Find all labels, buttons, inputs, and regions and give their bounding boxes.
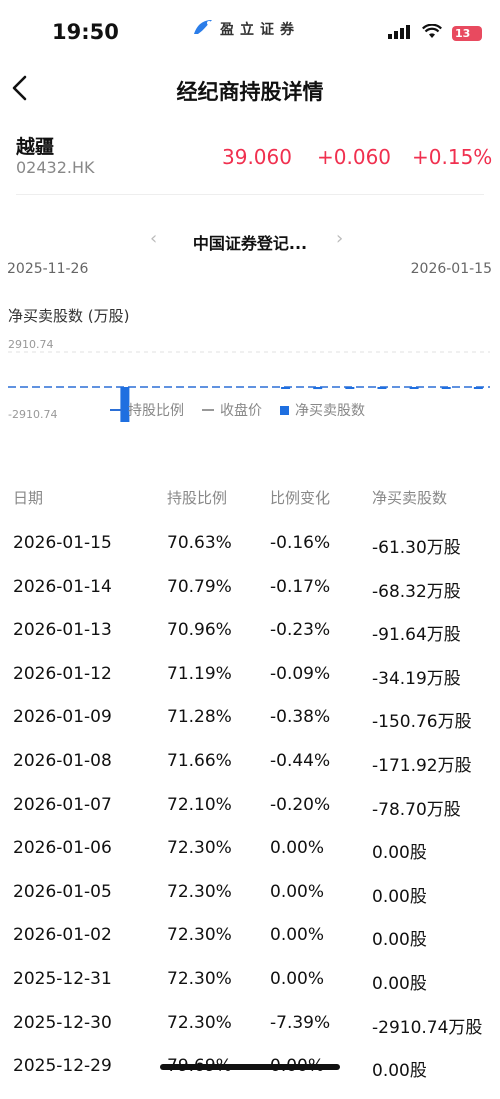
cell-date: 2025-12-30 — [13, 1012, 112, 1033]
cell-date: 2026-01-13 — [13, 620, 112, 641]
cell-change: -0.23% — [270, 620, 331, 641]
signal-icon — [388, 24, 412, 43]
net-bar — [345, 387, 355, 389]
cell-date: 2026-01-06 — [13, 838, 112, 859]
net-bar — [409, 387, 419, 389]
col-header-change: 比例变化 — [270, 489, 331, 507]
cell-net: -61.30万股 — [372, 538, 461, 558]
table-row: 2026-01-15 70.63% -0.16% -61.30万股 — [0, 533, 500, 576]
legend-net[interactable]: 净买卖股数 — [280, 400, 365, 420]
brand-text: 盈立证券 — [220, 22, 300, 38]
table-row: 2026-01-13 70.96% -0.23% -91.64万股 — [0, 620, 500, 663]
cell-ratio: 71.28% — [167, 707, 232, 728]
stock-change-pct: +0.15% — [412, 145, 493, 169]
wifi-icon — [422, 23, 442, 43]
cell-date: 2026-01-07 — [13, 794, 112, 815]
cell-date: 2026-01-08 — [13, 751, 112, 771]
table-row: 2026-01-14 70.79% -0.17% -68.32万股 — [0, 577, 500, 620]
cell-change: 0.00% — [270, 838, 325, 859]
stock-code: 02432.HK — [16, 158, 95, 177]
col-header-net: 净买卖股数 — [372, 489, 448, 507]
col-header-ratio: 持股比例 — [167, 489, 228, 507]
legend-close[interactable]: 收盘价 — [202, 400, 262, 420]
cell-ratio: 70.79% — [167, 576, 232, 597]
chart-ylabel: 净买卖股数 (万股) — [8, 307, 130, 325]
table-row: 2026-01-08 71.66% -0.44% -171.92万股 — [0, 751, 500, 794]
divider — [16, 194, 484, 195]
status-icons: 13 — [388, 23, 482, 43]
brand-icon — [192, 18, 214, 40]
net-bar — [281, 387, 291, 389]
net-bar — [377, 387, 387, 389]
home-indicator — [160, 1064, 340, 1070]
table-row: 2026-01-09 71.28% -0.38% -150.76万股 — [0, 707, 500, 750]
table-row: 2026-01-05 72.30% 0.00% 0.00股 — [0, 882, 500, 925]
stock-change: +0.060 — [317, 145, 392, 169]
cell-ratio: 72.30% — [167, 838, 232, 859]
cell-change: 0.00% — [270, 881, 325, 902]
cell-change: -0.09% — [270, 663, 331, 684]
cell-change: -0.20% — [270, 794, 331, 815]
start-date: 2025-11-26 — [7, 261, 89, 277]
cell-change: 0.00% — [270, 925, 325, 946]
cell-net: 0.00股 — [372, 930, 427, 951]
cell-net: 0.00股 — [372, 974, 427, 994]
cell-date: 2025-12-31 — [13, 969, 112, 989]
broker-name[interactable]: 中国证券登记... — [0, 230, 500, 254]
table-row: 2026-01-02 72.30% 0.00% 0.00股 — [0, 925, 500, 968]
cell-change: 0.00% — [270, 969, 325, 989]
cell-date: 2026-01-02 — [13, 925, 112, 946]
cell-ratio: 71.19% — [167, 663, 232, 684]
table-row: 2025-12-31 72.30% 0.00% 0.00股 — [0, 969, 500, 1012]
stock-name: 越疆 — [16, 136, 55, 158]
legend-ratio[interactable]: 持股比例 — [110, 400, 184, 420]
net-bar — [473, 387, 483, 389]
cell-ratio: 72.30% — [167, 881, 232, 902]
cell-net: 0.00股 — [372, 886, 427, 907]
cell-change: -0.44% — [270, 751, 331, 771]
cell-change: -0.17% — [270, 576, 331, 597]
cell-net: -91.64万股 — [372, 625, 461, 646]
cell-date: 2026-01-09 — [13, 707, 112, 728]
cell-ratio: 70.63% — [167, 533, 232, 553]
cell-ratio: 72.30% — [167, 969, 232, 989]
net-bar — [441, 387, 451, 389]
battery-icon: 13 — [452, 26, 482, 41]
table-row: 2026-01-07 72.10% -0.20% -78.70万股 — [0, 795, 500, 838]
cell-net: -2910.74万股 — [372, 1017, 483, 1038]
cell-change: -0.16% — [270, 533, 331, 553]
table-row: 2025-12-2979.69%0.00%0.00股 — [0, 1056, 500, 1099]
cell-date: 2026-01-05 — [13, 881, 112, 902]
cell-net: -171.92万股 — [372, 756, 472, 776]
status-time: 19:50 — [52, 20, 119, 44]
cell-net: -150.76万股 — [372, 712, 472, 733]
chart-legend: 持股比例 收盘价 净买卖股数 — [110, 400, 365, 420]
table-row: 2026-01-12 71.19% -0.09% -34.19万股 — [0, 664, 500, 707]
cell-net: -68.32万股 — [372, 581, 461, 602]
cell-date: 2026-01-14 — [13, 576, 112, 597]
cell-net: 0.00股 — [372, 843, 427, 864]
cell-ratio: 72.10% — [167, 794, 232, 815]
cell-date: 2025-12-29 — [13, 1056, 112, 1077]
chevron-right-icon[interactable]: › — [336, 228, 343, 249]
cell-ratio: 72.30% — [167, 925, 232, 946]
cell-date: 2026-01-15 — [13, 533, 112, 553]
cell-ratio: 71.66% — [167, 751, 232, 771]
cell-net: -78.70万股 — [372, 799, 461, 820]
page-title: 经纪商持股详情 — [176, 80, 324, 104]
brand-logo: 盈立证券 — [192, 18, 300, 40]
cell-change: -0.38% — [270, 707, 331, 728]
end-date: 2026-01-15 — [410, 261, 492, 277]
table-row: 2025-12-30 72.30% -7.39% -2910.74万股 — [0, 1013, 500, 1056]
table-row: 2026-01-06 72.30% 0.00% 0.00股 — [0, 838, 500, 881]
cell-net: -34.19万股 — [372, 668, 461, 689]
cell-date: 2026-01-12 — [13, 663, 112, 684]
stock-price: 39.060 — [222, 145, 292, 169]
col-header-date: 日期 — [13, 489, 44, 507]
cell-ratio: 70.96% — [167, 620, 232, 641]
net-bar — [313, 387, 323, 390]
cell-change: -7.39% — [270, 1012, 331, 1033]
cell-ratio: 72.30% — [167, 1012, 232, 1033]
cell-net: 0.00股 — [372, 1061, 427, 1082]
